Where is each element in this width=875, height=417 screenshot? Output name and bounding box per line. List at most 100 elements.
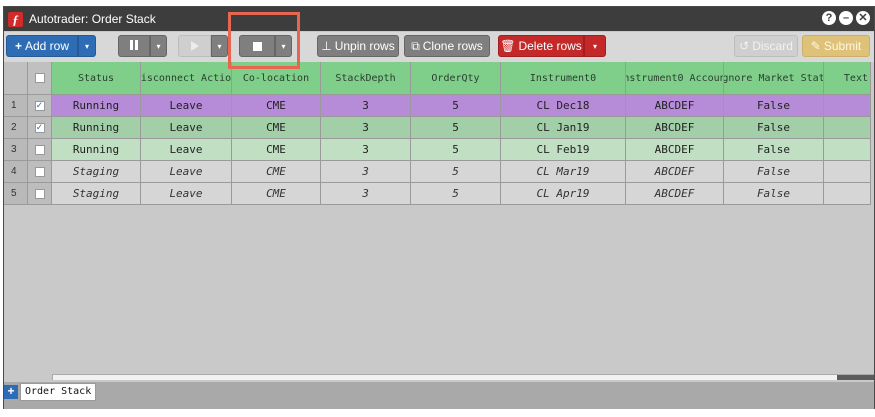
table-row[interactable]: 5 Staging Leave CME 3 5 CL Apr19 ABCDEF False (4, 183, 871, 205)
column-header-co-location[interactable]: Co-location (232, 62, 321, 95)
minimize-icon[interactable]: – (839, 11, 853, 25)
autotrader-logo-icon: ƒ (8, 11, 23, 27)
play-icon (190, 41, 199, 51)
add-tab-button[interactable]: + (4, 385, 18, 399)
cell-disconnect-action[interactable]: Leave (141, 139, 232, 161)
column-header-disconnect-action[interactable]: Disconnect Action (141, 62, 232, 95)
pause-button[interactable] (118, 35, 150, 57)
cell-instrument0-account[interactable]: ABCDEF (626, 95, 724, 117)
row-select-cell[interactable] (28, 161, 52, 183)
chevron-down-icon: ▾ (84, 41, 89, 51)
cell-stack-depth[interactable]: 3 (321, 161, 411, 183)
cell-status[interactable]: Running (52, 95, 141, 117)
cell-co-location[interactable]: CME (232, 139, 321, 161)
cell-disconnect-action[interactable]: Leave (141, 161, 232, 183)
cell-stack-depth[interactable]: 3 (321, 183, 411, 205)
cell-instrument0-account[interactable]: ABCDEF (626, 139, 724, 161)
discard-button[interactable]: ↺ Discard (734, 35, 798, 57)
column-header-status[interactable]: Status (52, 62, 141, 95)
grid-header-row: Status Disconnect Action Co-location Sta… (4, 62, 871, 95)
row-select-cell[interactable]: ✓ (28, 117, 52, 139)
horizontal-scrollbar[interactable] (52, 374, 874, 380)
scrollbar-thumb[interactable] (837, 375, 874, 380)
cell-instrument0-account[interactable]: ABCDEF (626, 161, 724, 183)
table-row[interactable]: 3 Running Leave CME 3 5 CL Feb19 ABCDEF False (4, 139, 871, 161)
cell-co-location[interactable]: CME (232, 183, 321, 205)
row-number: 3 (4, 139, 28, 161)
cell-order-qty[interactable]: 5 (411, 183, 501, 205)
row-number: 2 (4, 117, 28, 139)
start-button[interactable] (178, 35, 211, 57)
cell-status[interactable]: Staging (52, 183, 141, 205)
cell-disconnect-action[interactable]: Leave (141, 117, 232, 139)
cell-ignore-market-state[interactable]: False (724, 161, 824, 183)
row-select-cell[interactable] (28, 139, 52, 161)
stop-dropdown-button[interactable]: ▾ (275, 35, 292, 57)
cell-stack-depth[interactable]: 3 (321, 95, 411, 117)
cell-instrument0[interactable]: CL Mar19 (501, 161, 626, 183)
cell-co-location[interactable]: CME (232, 161, 321, 183)
column-header-instrument0-account[interactable]: Instrument0 Account (626, 62, 724, 95)
row-checkbox[interactable]: ✓ (34, 122, 45, 133)
tab-order-stack[interactable]: Order Stack (20, 383, 97, 401)
cell-ignore-market-state[interactable]: False (724, 139, 824, 161)
cell-co-location[interactable]: CME (232, 117, 321, 139)
cell-co-location[interactable]: CME (232, 95, 321, 117)
delete-rows-dropdown-button[interactable]: ▾ (584, 35, 606, 57)
cell-text[interactable] (824, 161, 871, 183)
delete-rows-button[interactable]: 🗑 Delete rows (498, 35, 584, 57)
column-header-ignore-market-state[interactable]: Ignore Market State (724, 62, 824, 95)
row-checkbox[interactable]: ✓ (34, 100, 45, 111)
clone-rows-button[interactable]: ⧉ Clone rows (404, 35, 490, 57)
cell-stack-depth[interactable]: 3 (321, 117, 411, 139)
cell-order-qty[interactable]: 5 (411, 117, 501, 139)
cell-instrument0[interactable]: CL Feb19 (501, 139, 626, 161)
column-header-order-qty[interactable]: OrderQty (411, 62, 501, 95)
cell-status[interactable]: Running (52, 139, 141, 161)
column-header-instrument0[interactable]: Instrument0 (501, 62, 626, 95)
row-select-cell[interactable]: ✓ (28, 95, 52, 117)
cell-ignore-market-state[interactable]: False (724, 95, 824, 117)
help-icon[interactable]: ? (822, 11, 836, 25)
submit-button[interactable]: ✎ Submit (802, 35, 870, 57)
cell-ignore-market-state[interactable]: False (724, 183, 824, 205)
cell-instrument0[interactable]: CL Apr19 (501, 183, 626, 205)
cell-stack-depth[interactable]: 3 (321, 139, 411, 161)
row-checkbox[interactable] (34, 166, 45, 177)
cell-order-qty[interactable]: 5 (411, 139, 501, 161)
close-icon[interactable]: ✕ (856, 11, 870, 25)
add-row-dropdown-button[interactable]: ▾ (78, 35, 96, 57)
row-checkbox[interactable] (34, 188, 45, 199)
row-checkbox[interactable] (34, 144, 45, 155)
select-all-checkbox[interactable] (34, 73, 45, 83)
cell-ignore-market-state[interactable]: False (724, 117, 824, 139)
cell-order-qty[interactable]: 5 (411, 95, 501, 117)
cell-instrument0-account[interactable]: ABCDEF (626, 183, 724, 205)
cell-text[interactable] (824, 139, 871, 161)
unpin-rows-button[interactable]: ⊥ Unpin rows (317, 35, 399, 57)
start-dropdown-button[interactable]: ▾ (211, 35, 228, 57)
cell-text[interactable] (824, 183, 871, 205)
table-row[interactable]: 1 ✓ Running Leave CME 3 5 CL Dec18 ABCDEF False (4, 95, 871, 117)
pause-dropdown-button[interactable]: ▾ (150, 35, 167, 57)
cell-text[interactable] (824, 95, 871, 117)
select-all-cell[interactable] (28, 62, 52, 95)
table-row[interactable]: 2 ✓ Running Leave CME 3 5 CL Jan19 ABCDEF False (4, 117, 871, 139)
table-row[interactable]: 4 Staging Leave CME 3 5 CL Mar19 ABCDEF False (4, 161, 871, 183)
title-bar[interactable]: ƒ Autotrader: Order Stack ? – ✕ (4, 7, 874, 31)
cell-instrument0[interactable]: CL Jan19 (501, 117, 626, 139)
cell-status[interactable]: Running (52, 117, 141, 139)
cell-instrument0-account[interactable]: ABCDEF (626, 117, 724, 139)
column-header-text[interactable]: Text (824, 62, 871, 95)
cell-status[interactable]: Staging (52, 161, 141, 183)
cell-instrument0[interactable]: CL Dec18 (501, 95, 626, 117)
row-select-cell[interactable] (28, 183, 52, 205)
cell-order-qty[interactable]: 5 (411, 161, 501, 183)
cell-disconnect-action[interactable]: Leave (141, 95, 232, 117)
add-row-button[interactable]: + Add row (6, 35, 78, 57)
stop-button[interactable] (239, 35, 275, 57)
stop-icon (252, 41, 262, 51)
column-header-stack-depth[interactable]: StackDepth (321, 62, 411, 95)
cell-disconnect-action[interactable]: Leave (141, 183, 232, 205)
cell-text[interactable] (824, 117, 871, 139)
